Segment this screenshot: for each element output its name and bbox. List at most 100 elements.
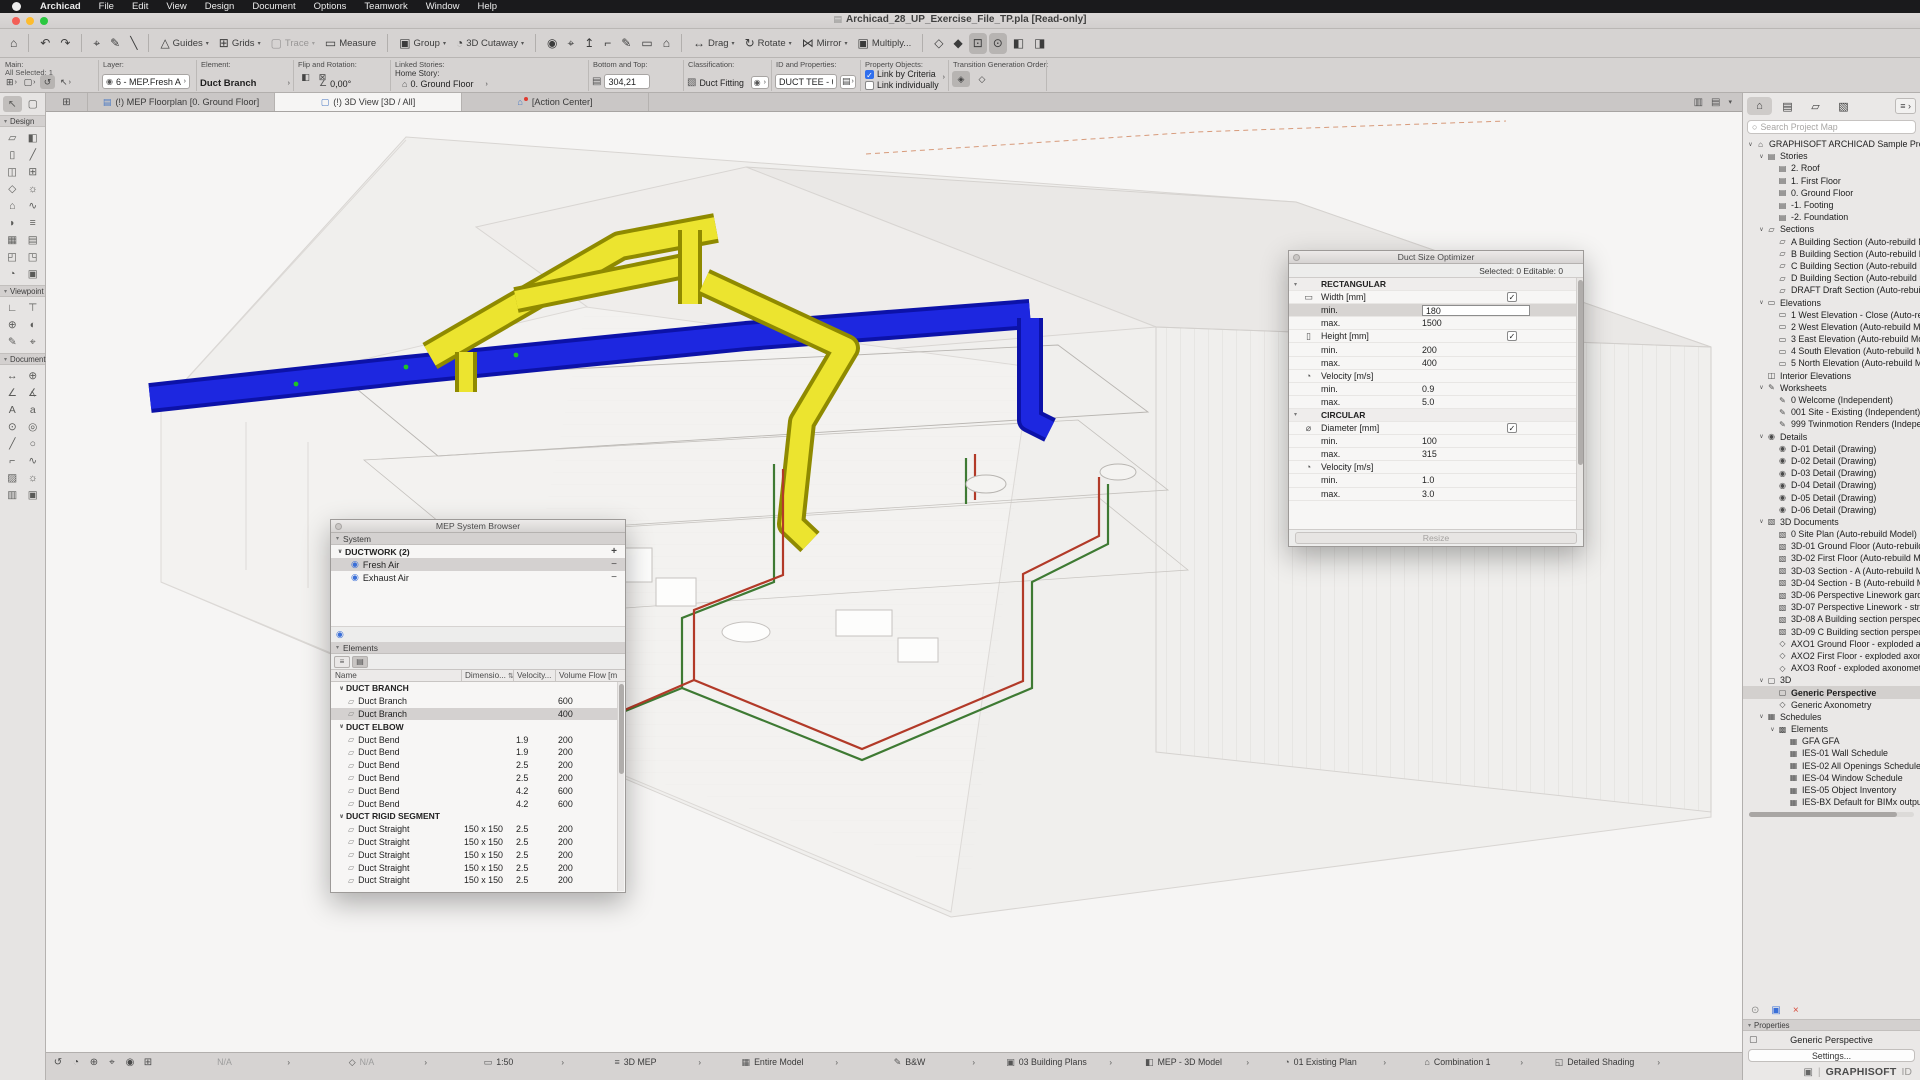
elevation-value-field[interactable]: 304,21 xyxy=(604,74,650,89)
scrollbar-thumb[interactable] xyxy=(619,684,624,774)
duct-item-row[interactable]: ▱Duct Straight150 x 1502.5200 xyxy=(331,848,617,861)
horizontal-scrollbar[interactable] xyxy=(1749,812,1914,817)
explore-icon[interactable]: ⊞ xyxy=(140,1055,156,1069)
optimizer-sub-row[interactable]: min.100 xyxy=(1289,435,1576,448)
mep-system-group[interactable]: ∨DUCTWORK (2)+ xyxy=(331,545,625,558)
value-field[interactable]: 3.0 xyxy=(1422,489,1530,499)
railing-tool[interactable]: ≡ xyxy=(23,215,42,231)
camera-tool[interactable]: ⌖ xyxy=(23,334,42,350)
value-field[interactable]: 5.0 xyxy=(1422,397,1530,407)
tree-item[interactable]: ▦IES-01 Wall Schedule xyxy=(1743,747,1920,759)
tree-item[interactable]: ▢Generic Perspective xyxy=(1743,686,1920,698)
duct-system-icon[interactable]: ◉ xyxy=(336,629,344,640)
duct-item-row[interactable]: ▱Duct Bend2.5200 xyxy=(331,772,617,785)
mep-system-item[interactable]: ◉Fresh Air− xyxy=(331,558,625,571)
tree-item[interactable]: ▤-1. Footing xyxy=(1743,199,1920,211)
optimizer-sub-row[interactable]: min.1.0 xyxy=(1289,474,1576,487)
close-icon[interactable]: × xyxy=(1793,1005,1799,1016)
optimizer-sub-row[interactable]: max.400 xyxy=(1289,357,1576,370)
circle-tool[interactable]: ○ xyxy=(23,436,42,452)
arrow-mode-button[interactable]: ↖› xyxy=(58,75,73,89)
menu-item-document[interactable]: Document xyxy=(243,1,304,12)
drag-button[interactable]: ↔Drag▾ xyxy=(689,33,739,54)
text-tool[interactable]: A xyxy=(3,402,22,418)
duct-item-row[interactable]: ▱Duct Bend2.5200 xyxy=(331,759,617,772)
vertical-scrollbar[interactable] xyxy=(617,682,624,891)
duct-group-row[interactable]: ∨DUCT RIGID SEGMENT xyxy=(331,810,617,823)
tree-option-icon[interactable]: ⊙ xyxy=(1751,1005,1759,1016)
solid-op-b-button[interactable]: ◨ xyxy=(1030,33,1049,54)
wall-tool[interactable]: ▱ xyxy=(3,130,22,146)
tree-item[interactable]: ▧3D-03 Section - A (Auto-rebuild Model) xyxy=(1743,565,1920,577)
polyline-tool[interactable]: ⌐ xyxy=(3,453,22,469)
link-by-criteria-checkbox[interactable]: ✓ xyxy=(865,70,874,79)
tree-item[interactable]: ▧3D-01 Ground Floor (Auto-rebuild Model) xyxy=(1743,540,1920,552)
menu-item-window[interactable]: Window xyxy=(417,1,469,12)
3d-cutaway-button[interactable]: ◔3D Cutaway▾ xyxy=(452,33,528,54)
menu-item-file[interactable]: File xyxy=(90,1,123,12)
column-tool[interactable]: ▯ xyxy=(3,147,22,163)
optimizer-param-row[interactable]: ◔Velocity [m/s] xyxy=(1289,370,1576,383)
zoom-tool-button[interactable]: ⌖ xyxy=(563,33,578,54)
optimizer-param-row[interactable]: ▯Height [mm]✓ xyxy=(1289,330,1576,343)
flip-button[interactable]: ◧ xyxy=(298,70,313,84)
status-segment-b[interactable]: ◇N/A› xyxy=(293,1055,430,1069)
chevron-down-icon[interactable]: ▾ xyxy=(1728,98,1732,106)
tree-item[interactable]: ▦IES-BX Default for BIMx output xyxy=(1743,796,1920,808)
tree-item[interactable]: ◇Generic Axonometry xyxy=(1743,699,1920,711)
walk-icon[interactable]: ◉ xyxy=(122,1055,138,1069)
tree-item[interactable]: ◫Interior Elevations xyxy=(1743,370,1920,382)
roof-tool[interactable]: ⌂ xyxy=(3,198,22,214)
undo-button[interactable]: ↶ xyxy=(36,33,54,54)
checkbox-checked[interactable]: ✓ xyxy=(1507,292,1517,302)
morph-tool[interactable]: ◔ xyxy=(3,266,22,282)
optimizer-param-row[interactable]: ▭Width [mm]✓ xyxy=(1289,291,1576,304)
angle-dimension-tool[interactable]: ∠ xyxy=(3,385,22,401)
tree-item[interactable]: ∨▩Elements xyxy=(1743,723,1920,735)
default-settings-button[interactable]: ↺ xyxy=(40,75,55,89)
scrollbar-thumb[interactable] xyxy=(1578,280,1583,465)
optimizer-sub-row[interactable]: min.180 xyxy=(1289,304,1576,317)
menu-item-archicad[interactable]: Archicad xyxy=(31,1,90,12)
duct-group-row[interactable]: ∨DUCT BRANCH xyxy=(331,682,617,695)
worksheet-tool[interactable]: ✎ xyxy=(3,334,22,350)
status-scale[interactable]: ▭1:50› xyxy=(430,1055,567,1069)
layout-book-tab[interactable]: ▱ xyxy=(1803,97,1828,115)
tree-item[interactable]: ∨▭Elevations xyxy=(1743,296,1920,308)
tree-item[interactable]: ▱DRAFT Draft Section (Auto-rebuild Model… xyxy=(1743,284,1920,296)
line-tool[interactable]: ╱ xyxy=(3,436,22,452)
duct-group-row[interactable]: ∨DUCT ELBOW xyxy=(331,720,617,733)
tree-item[interactable]: ▦GFA GFA xyxy=(1743,735,1920,747)
stair-tool[interactable]: ▤ xyxy=(23,232,42,248)
tree-item[interactable]: ▭2 West Elevation (Auto-rebuild Model) xyxy=(1743,321,1920,333)
level-dimension-tool[interactable]: ∡ xyxy=(23,385,42,401)
status-pen-set[interactable]: ✎B&W› xyxy=(841,1055,978,1069)
mirror-button[interactable]: ⋈Mirror▾ xyxy=(798,33,852,54)
redo-button[interactable]: ↷ xyxy=(56,33,74,54)
favorites-button[interactable]: ▢› xyxy=(22,75,37,89)
tree-item[interactable]: ▧3D-07 Perspective Linework - street (Au… xyxy=(1743,601,1920,613)
tree-item[interactable]: ▱A Building Section (Auto-rebuild Model) xyxy=(1743,236,1920,248)
tree-item[interactable]: ∨▦Schedules xyxy=(1743,711,1920,723)
elements-section-header[interactable]: ▾Elements xyxy=(331,642,625,654)
palette-close-button[interactable] xyxy=(335,523,342,530)
tree-item[interactable]: ◇AXO1 Ground Floor - exploded axonometry… xyxy=(1743,638,1920,650)
zoom-in-icon[interactable]: ⊕ xyxy=(86,1055,102,1069)
multiply-button[interactable]: ▣Multiply... xyxy=(853,33,915,54)
camera-icon[interactable]: ▥ xyxy=(1694,97,1703,108)
optimizer-param-row[interactable]: ⌀Diameter [mm]✓ xyxy=(1289,422,1576,435)
pan-icon[interactable]: ⌖ xyxy=(104,1055,120,1069)
hotspot-tool[interactable]: ☼ xyxy=(23,470,42,486)
value-field[interactable]: 0.9 xyxy=(1422,384,1530,394)
status-layer-settings[interactable]: ⌂Combination 1› xyxy=(1389,1055,1526,1069)
interior-elevation-tool[interactable]: ⊕ xyxy=(3,317,22,333)
tree-item[interactable]: ▱C Building Section (Auto-rebuild Model) xyxy=(1743,260,1920,272)
publisher-tab[interactable]: ▧ xyxy=(1831,97,1856,115)
find-select-button[interactable]: ⌖ xyxy=(89,33,104,54)
fit-view-button[interactable]: ↥ xyxy=(580,33,598,54)
rotation-angle-value[interactable]: 0,00° xyxy=(330,79,351,89)
settings-button[interactable]: Settings... xyxy=(1748,1049,1915,1062)
value-field[interactable]: 315 xyxy=(1422,449,1530,459)
transition-order-b-button[interactable]: ◇ xyxy=(973,71,991,87)
tab-mep-floorplan[interactable]: ▤(!) MEP Floorplan [0. Ground Floor] xyxy=(88,93,275,111)
